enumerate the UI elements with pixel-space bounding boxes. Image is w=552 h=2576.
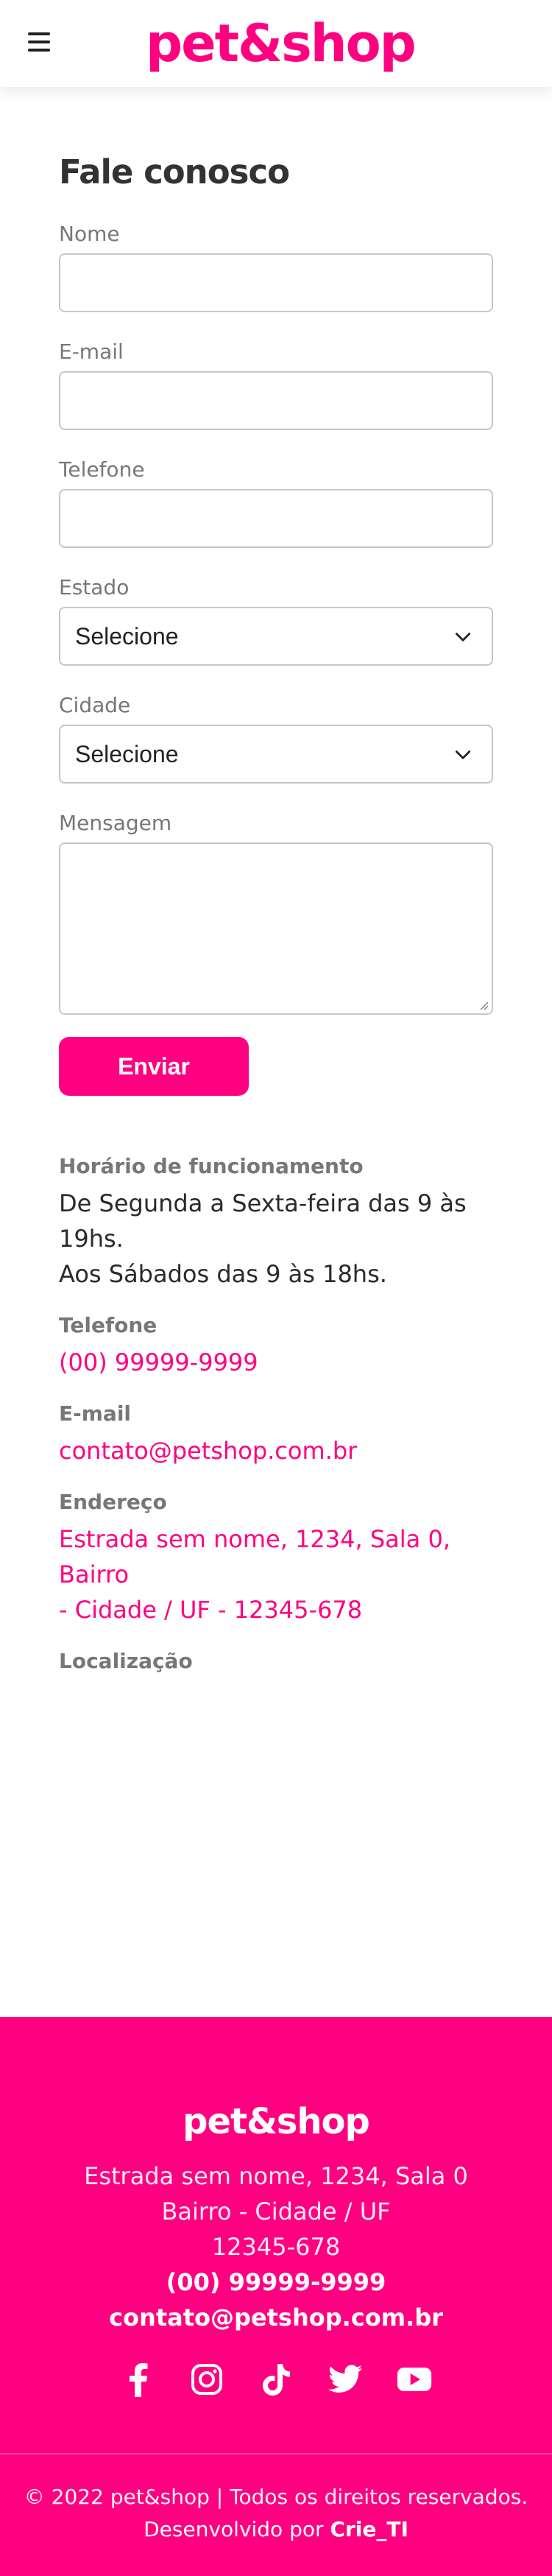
youtube-icon[interactable] xyxy=(397,2362,432,2397)
footer-logo[interactable]: pet&shop xyxy=(0,2100,552,2144)
cidade-select[interactable]: Selecione xyxy=(59,725,493,784)
cidade-field-group: Cidade Selecione xyxy=(59,692,493,784)
facebook-icon[interactable] xyxy=(120,2362,155,2397)
site-logo[interactable]: pet&shop xyxy=(146,10,417,77)
horario-label: Horário de funcionamento xyxy=(59,1154,364,1178)
cidade-select-value: Selecione xyxy=(75,740,179,767)
twitter-icon[interactable] xyxy=(328,2362,363,2397)
localizacao-label: Localização xyxy=(59,1649,193,1673)
estado-field-group: Estado Selecione xyxy=(59,574,493,666)
hamburger-menu-icon[interactable] xyxy=(28,32,50,52)
contact-section: Fale conosco Nome E-mail Telefone Estado… xyxy=(0,87,552,2016)
site-header: pet&shop xyxy=(0,0,552,87)
footer-address-line-2: Bairro - Cidade / UF xyxy=(161,2197,391,2225)
telefone-label: Telefone xyxy=(59,457,145,482)
footer-developer-prefix: Desenvolvido por xyxy=(144,2517,330,2541)
localizacao-block: Localização xyxy=(59,1648,493,1675)
endereco-link[interactable]: Estrada sem nome, 1234, Sala 0, Bairro -… xyxy=(59,1521,493,1627)
nome-label: Nome xyxy=(59,222,120,246)
resize-grip-icon[interactable] xyxy=(478,1000,489,1010)
nome-field-group: Nome xyxy=(59,221,493,312)
endereco-line-2: - Cidade / UF - 12345-678 xyxy=(59,1596,363,1624)
telefone-block: Telefone (00) 99999-9999 xyxy=(59,1312,493,1380)
chevron-down-icon xyxy=(455,633,471,641)
footer-developer: Desenvolvido por Crie_TI xyxy=(0,2513,552,2546)
telefone-input[interactable] xyxy=(59,489,493,548)
telefone-info-label: Telefone xyxy=(59,1313,158,1337)
chevron-down-icon xyxy=(455,750,471,759)
estado-select[interactable]: Selecione xyxy=(59,607,493,666)
footer-address-line-1: Estrada sem nome, 1234, Sala 0 xyxy=(84,2162,468,2190)
email-input[interactable] xyxy=(59,371,493,430)
footer-developer-link[interactable]: Crie_TI xyxy=(330,2517,408,2541)
email-field-group: E-mail xyxy=(59,339,493,430)
estado-select-value: Selecione xyxy=(75,622,179,650)
horario-line-2: Aos Sábados das 9 às 18hs. xyxy=(59,1260,387,1288)
footer-address-line-3: 12345-678 xyxy=(211,2233,341,2261)
contact-info: Horário de funcionamento De Segunda a Se… xyxy=(59,1153,493,1675)
social-links xyxy=(0,2362,552,2397)
page-title: Fale conosco xyxy=(59,152,290,191)
footer-address: Estrada sem nome, 1234, Sala 0 Bairro - … xyxy=(0,2158,552,2264)
estado-label: Estado xyxy=(59,575,130,599)
instagram-icon[interactable] xyxy=(189,2362,224,2397)
horario-text: De Segunda a Sexta-feira das 9 às 19hs. … xyxy=(59,1186,493,1292)
endereco-block: Endereço Estrada sem nome, 1234, Sala 0,… xyxy=(59,1489,493,1627)
cidade-label: Cidade xyxy=(59,693,131,717)
horario-block: Horário de funcionamento De Segunda a Se… xyxy=(59,1153,493,1292)
email-link[interactable]: contato@petshop.com.br xyxy=(59,1433,493,1468)
mensagem-label: Mensagem xyxy=(59,811,172,835)
email-info-label: E-mail xyxy=(59,1401,132,1426)
horario-line-1: De Segunda a Sexta-feira das 9 às 19hs. xyxy=(59,1189,467,1253)
footer-copyright: © 2022 pet&shop | Todos os direitos rese… xyxy=(24,2485,528,2509)
site-footer: pet&shop Estrada sem nome, 1234, Sala 0 … xyxy=(0,2017,552,2576)
email-block: E-mail contato@petshop.com.br xyxy=(59,1401,493,1468)
mensagem-field-group: Mensagem xyxy=(59,810,493,1015)
endereco-label: Endereço xyxy=(59,1490,167,1514)
footer-phone[interactable]: (00) 99999-9999 xyxy=(0,2264,552,2300)
telefone-field-group: Telefone xyxy=(59,457,493,548)
footer-divider xyxy=(0,2453,552,2454)
submit-button[interactable]: Enviar xyxy=(59,1037,249,1096)
footer-email[interactable]: contato@petshop.com.br xyxy=(0,2300,552,2335)
telefone-link[interactable]: (00) 99999-9999 xyxy=(59,1345,493,1380)
tiktok-icon[interactable] xyxy=(258,2362,294,2397)
nome-input[interactable] xyxy=(59,253,493,312)
email-label: E-mail xyxy=(59,339,124,364)
mensagem-textarea[interactable] xyxy=(59,842,493,1015)
endereco-line-1: Estrada sem nome, 1234, Sala 0, Bairro xyxy=(59,1525,450,1588)
